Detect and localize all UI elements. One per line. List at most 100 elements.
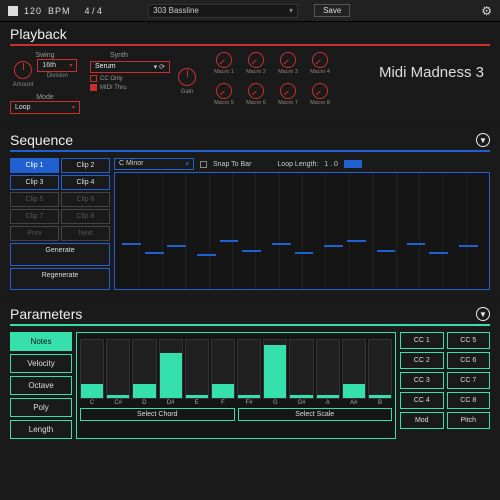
synth-select[interactable]: Serum: [90, 61, 170, 73]
macro-knob-2[interactable]: [248, 52, 264, 68]
note-bar-A#[interactable]: A#: [342, 339, 366, 406]
scale-select[interactable]: C Minor: [114, 158, 194, 170]
param-tab-notes[interactable]: Notes: [10, 332, 72, 351]
note-bar-B[interactable]: B: [368, 339, 392, 406]
midi-note[interactable]: [429, 252, 448, 254]
midi-note[interactable]: [295, 252, 314, 254]
clip-7-button[interactable]: Clip 7: [10, 209, 59, 224]
cc-button-cc-7[interactable]: CC 7: [447, 372, 491, 389]
generate-button[interactable]: Generate: [10, 243, 110, 266]
cc-button-cc-2[interactable]: CC 2: [400, 352, 444, 369]
mode-select[interactable]: Loop: [10, 101, 80, 114]
macro-4[interactable]: Macro 4: [304, 52, 336, 83]
swing-amount-knob[interactable]: [14, 61, 32, 79]
note-bar-F[interactable]: F: [211, 339, 235, 406]
macro-1[interactable]: Macro 1: [208, 52, 240, 83]
midi-note[interactable]: [324, 245, 343, 247]
bpm-value[interactable]: 120: [24, 6, 42, 16]
clip-8-button[interactable]: Clip 8: [61, 209, 110, 224]
preset-select[interactable]: 303 Bassline: [148, 4, 298, 18]
param-tab-octave[interactable]: Octave: [10, 376, 72, 395]
note-bar-G[interactable]: G: [263, 339, 287, 406]
stop-button[interactable]: [8, 6, 18, 16]
division-select[interactable]: 16th: [37, 59, 77, 72]
macro-knob-4[interactable]: [312, 52, 328, 68]
midi-note[interactable]: [167, 245, 186, 247]
note-bar-C#[interactable]: C#: [106, 339, 130, 406]
cc-button-cc-6[interactable]: CC 6: [447, 352, 491, 369]
clip-6-button[interactable]: Clip 6: [61, 192, 110, 207]
piano-roll[interactable]: [114, 172, 490, 290]
note-bar-C[interactable]: C: [80, 339, 104, 406]
clip-grid: Clip 1 Clip 2 Clip 3 Clip 4 Clip 5 Clip …: [10, 158, 110, 290]
swing-label: Swing: [35, 52, 54, 59]
cc-button-mod[interactable]: Mod: [400, 412, 444, 429]
parameters-collapse-icon[interactable]: ▼: [476, 307, 490, 321]
param-tab-velocity[interactable]: Velocity: [10, 354, 72, 373]
macro-label-5: Macro 5: [214, 100, 234, 106]
midi-note[interactable]: [377, 250, 396, 252]
midi-note[interactable]: [220, 240, 239, 242]
macro-3[interactable]: Macro 3: [272, 52, 304, 83]
clip-3-button[interactable]: Clip 3: [10, 175, 59, 190]
midi-note[interactable]: [197, 254, 216, 256]
save-button[interactable]: Save: [314, 4, 350, 17]
midi-thru-checkbox[interactable]: [90, 84, 97, 91]
cc-button-cc-3[interactable]: CC 3: [400, 372, 444, 389]
note-bar-E[interactable]: E: [185, 339, 209, 406]
preset-name: 303 Bassline: [153, 6, 199, 15]
clip-1-button[interactable]: Clip 1: [10, 158, 59, 173]
clip-5-button[interactable]: Clip 5: [10, 192, 59, 207]
macro-knob-7[interactable]: [280, 83, 296, 99]
note-bar-D[interactable]: D: [132, 339, 156, 406]
midi-note[interactable]: [272, 243, 291, 245]
clip-4-button[interactable]: Clip 4: [61, 175, 110, 190]
select-scale-button[interactable]: Select Scale: [238, 408, 393, 421]
cc-button-pitch[interactable]: Pitch: [447, 412, 491, 429]
next-button[interactable]: Next: [61, 226, 110, 241]
note-bar-D#[interactable]: D#: [159, 339, 183, 406]
cc-only-label: CC Only: [100, 76, 123, 82]
macro-2[interactable]: Macro 2: [240, 52, 272, 83]
regenerate-button[interactable]: Regenerate: [10, 268, 110, 291]
midi-note[interactable]: [407, 243, 426, 245]
note-bar-G#[interactable]: G#: [289, 339, 313, 406]
macro-knob-5[interactable]: [216, 83, 232, 99]
midi-note[interactable]: [145, 252, 164, 254]
cc-only-checkbox[interactable]: [90, 75, 97, 82]
midi-note[interactable]: [347, 240, 366, 242]
cc-only-row[interactable]: CC Only: [90, 75, 170, 82]
time-signature[interactable]: 4 / 4: [85, 6, 103, 16]
midi-thru-row[interactable]: MIDI Thru: [90, 84, 170, 91]
macro-8[interactable]: Macro 8: [304, 83, 336, 114]
note-bar-A[interactable]: A: [316, 339, 340, 406]
macro-label-1: Macro 1: [214, 69, 234, 75]
midi-note[interactable]: [122, 243, 141, 245]
cc-button-cc-5[interactable]: CC 5: [447, 332, 491, 349]
param-tab-length[interactable]: Length: [10, 420, 72, 439]
cc-button-cc-4[interactable]: CC 4: [400, 392, 444, 409]
gear-icon[interactable]: ⚙: [481, 4, 492, 18]
macro-knob-8[interactable]: [312, 83, 328, 99]
loop-length-slider[interactable]: [344, 160, 362, 168]
macro-6[interactable]: Macro 6: [240, 83, 272, 114]
midi-note[interactable]: [242, 250, 261, 252]
snap-checkbox[interactable]: [200, 161, 207, 168]
note-bar-F#[interactable]: F#: [237, 339, 261, 406]
sequence-collapse-icon[interactable]: ▼: [476, 133, 490, 147]
clip-2-button[interactable]: Clip 2: [61, 158, 110, 173]
cc-button-cc-8[interactable]: CC 8: [447, 392, 491, 409]
macro-knob-1[interactable]: [216, 52, 232, 68]
param-tab-poly[interactable]: Poly: [10, 398, 72, 417]
macro-7[interactable]: Macro 7: [272, 83, 304, 114]
select-chord-button[interactable]: Select Chord: [80, 408, 235, 421]
gain-knob[interactable]: [178, 68, 196, 86]
mode-value: Loop: [15, 104, 31, 111]
prev-button[interactable]: Prev: [10, 226, 59, 241]
macro-knob-3[interactable]: [280, 52, 296, 68]
synth-value: Serum: [95, 63, 116, 71]
macro-5[interactable]: Macro 5: [208, 83, 240, 114]
cc-button-cc-1[interactable]: CC 1: [400, 332, 444, 349]
macro-knob-6[interactable]: [248, 83, 264, 99]
midi-note[interactable]: [459, 245, 478, 247]
